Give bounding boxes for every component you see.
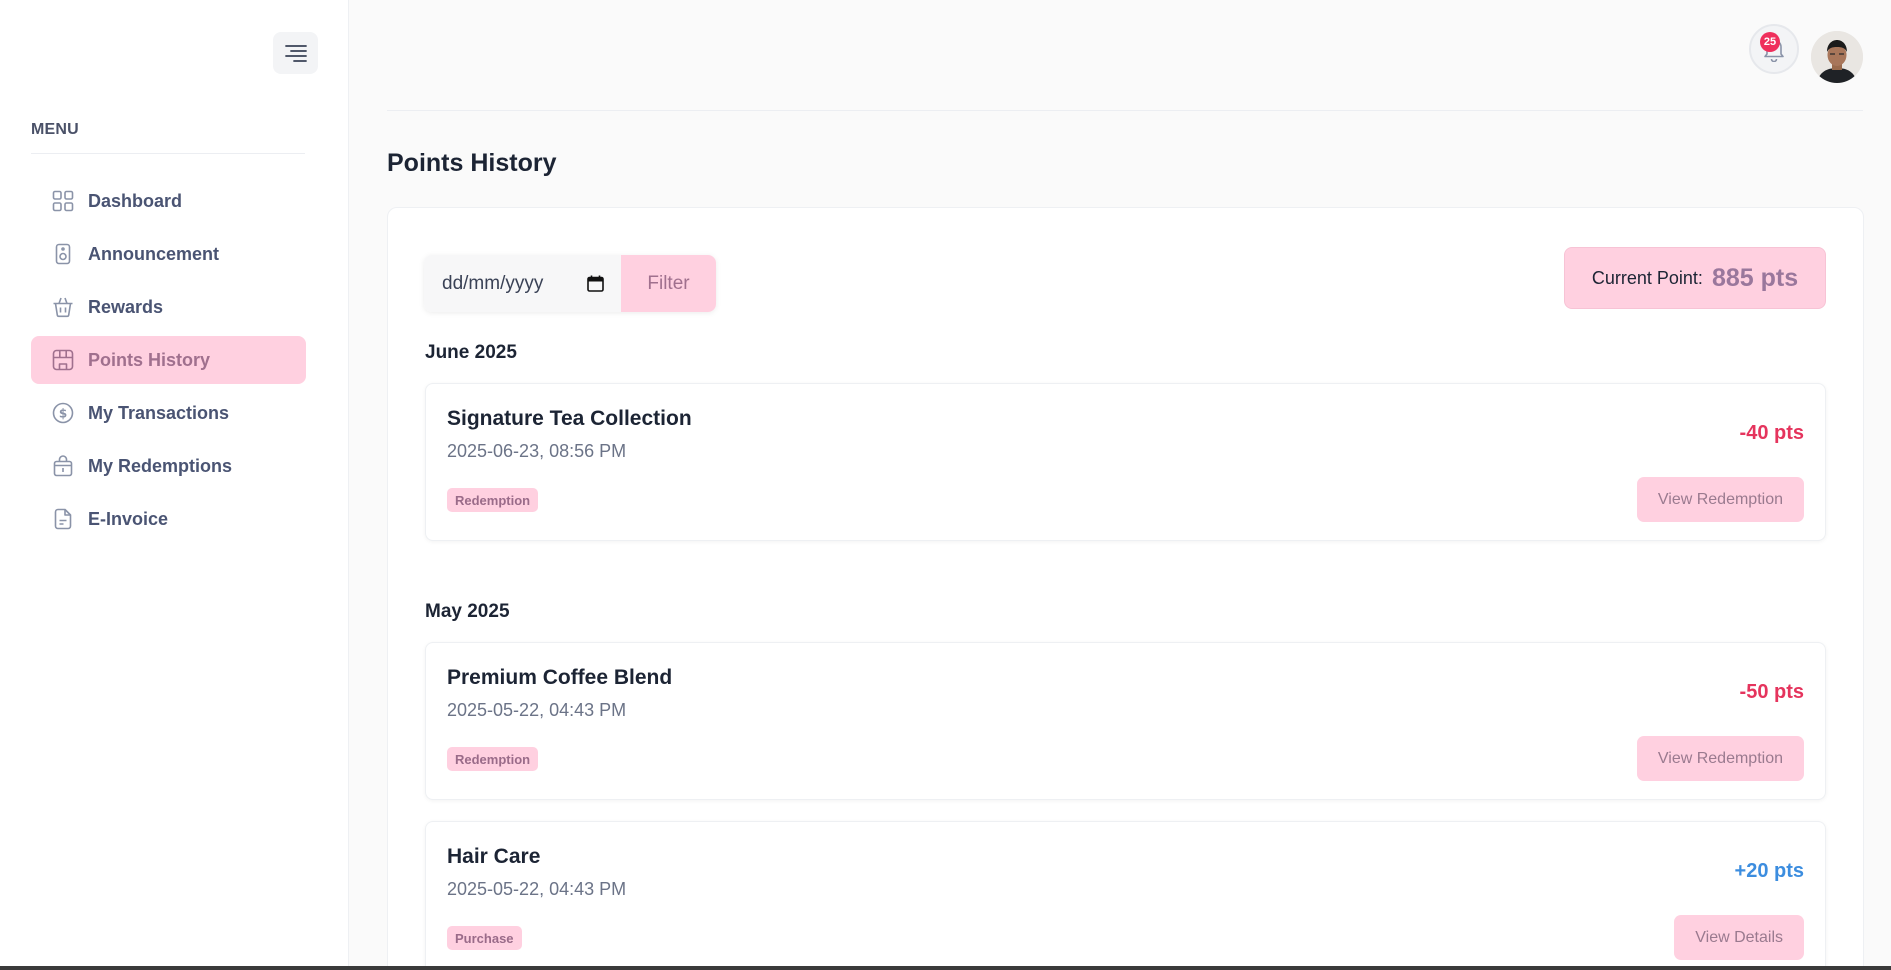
menu-toggle-button[interactable] xyxy=(273,32,318,74)
sidebar-item-label: Rewards xyxy=(88,296,164,317)
entry-type-tag: Purchase xyxy=(447,926,522,950)
sidebar-item-dashboard[interactable]: Dashboard xyxy=(31,177,306,225)
sidebar-item-my-transactions[interactable]: $ My Transactions xyxy=(31,389,306,437)
month-heading: May 2025 xyxy=(425,601,510,622)
hamburger-icon xyxy=(284,45,307,62)
sidebar-item-label: My Redemptions xyxy=(88,455,233,476)
entry-points: -40 pts xyxy=(1739,422,1804,444)
sidebar: MENU Dashboard Announcement Rewards Poin… xyxy=(0,0,349,970)
view-details-button[interactable]: View Details xyxy=(1674,915,1804,960)
window-bottom-edge xyxy=(0,966,1891,970)
sidebar-item-label: E-Invoice xyxy=(88,508,169,529)
calendar-icon[interactable] xyxy=(587,275,604,292)
sidebar-nav: Dashboard Announcement Rewards Points Hi… xyxy=(31,177,306,548)
entry-title: Premium Coffee Blend xyxy=(447,666,673,689)
svg-text:$: $ xyxy=(59,407,67,421)
entry-type-tag: Redemption xyxy=(447,488,539,512)
history-card: Hair Care 2025-05-22, 04:43 PM Purchase … xyxy=(425,821,1826,967)
entry-points: -50 pts xyxy=(1739,681,1804,703)
sidebar-item-label: Points History xyxy=(88,349,211,370)
sidebar-item-announcement[interactable]: Announcement xyxy=(31,230,306,278)
current-point-value: 885 pts xyxy=(1711,263,1799,292)
current-point-badge: Current Point: 885 pts xyxy=(1564,247,1826,309)
entry-datetime: 2025-05-22, 04:43 PM xyxy=(447,700,627,720)
sidebar-item-label: Dashboard xyxy=(88,190,183,211)
dollar-circle-icon: $ xyxy=(51,401,75,425)
grid-icon xyxy=(51,189,75,213)
user-avatar[interactable] xyxy=(1811,31,1863,83)
date-filter: dd/mm/yyyy Filter xyxy=(424,255,716,312)
entry-type-tag: Redemption xyxy=(447,747,539,771)
sidebar-item-points-history[interactable]: Points History xyxy=(31,336,306,384)
speaker-icon xyxy=(51,242,75,266)
sidebar-item-my-redemptions[interactable]: My Redemptions xyxy=(31,442,306,490)
history-card: Signature Tea Collection 2025-06-23, 08:… xyxy=(425,383,1826,541)
month-heading: June 2025 xyxy=(425,342,517,363)
sidebar-item-rewards[interactable]: Rewards xyxy=(31,283,306,331)
view-redemption-button[interactable]: View Redemption xyxy=(1636,736,1804,781)
entry-datetime: 2025-05-22, 04:43 PM xyxy=(447,879,627,899)
document-icon xyxy=(51,507,75,531)
entry-title: Signature Tea Collection xyxy=(447,407,692,430)
filter-button[interactable]: Filter xyxy=(621,255,716,312)
date-input[interactable]: dd/mm/yyyy xyxy=(424,255,621,312)
header-divider xyxy=(387,110,1863,111)
entry-points: +20 pts xyxy=(1734,860,1804,882)
sidebar-item-label: My Transactions xyxy=(88,402,230,423)
page-title: Points History xyxy=(387,149,557,177)
entry-title: Hair Care xyxy=(447,845,541,868)
basket-icon xyxy=(51,295,75,319)
date-placeholder: dd/mm/yyyy xyxy=(442,272,544,294)
entry-datetime: 2025-06-23, 08:56 PM xyxy=(447,441,627,461)
view-redemption-button[interactable]: View Redemption xyxy=(1636,477,1804,522)
sidebar-item-e-invoice[interactable]: E-Invoice xyxy=(31,495,306,543)
notification-badge: 25 xyxy=(1760,32,1780,52)
gift-bag-icon xyxy=(51,454,75,478)
sidebar-item-label: Announcement xyxy=(88,243,220,264)
store-icon xyxy=(51,348,75,372)
menu-heading: MENU xyxy=(31,121,79,138)
current-point-label: Current Point: xyxy=(1591,267,1703,288)
history-card: Premium Coffee Blend 2025-05-22, 04:43 P… xyxy=(425,642,1826,800)
menu-divider xyxy=(31,153,305,154)
